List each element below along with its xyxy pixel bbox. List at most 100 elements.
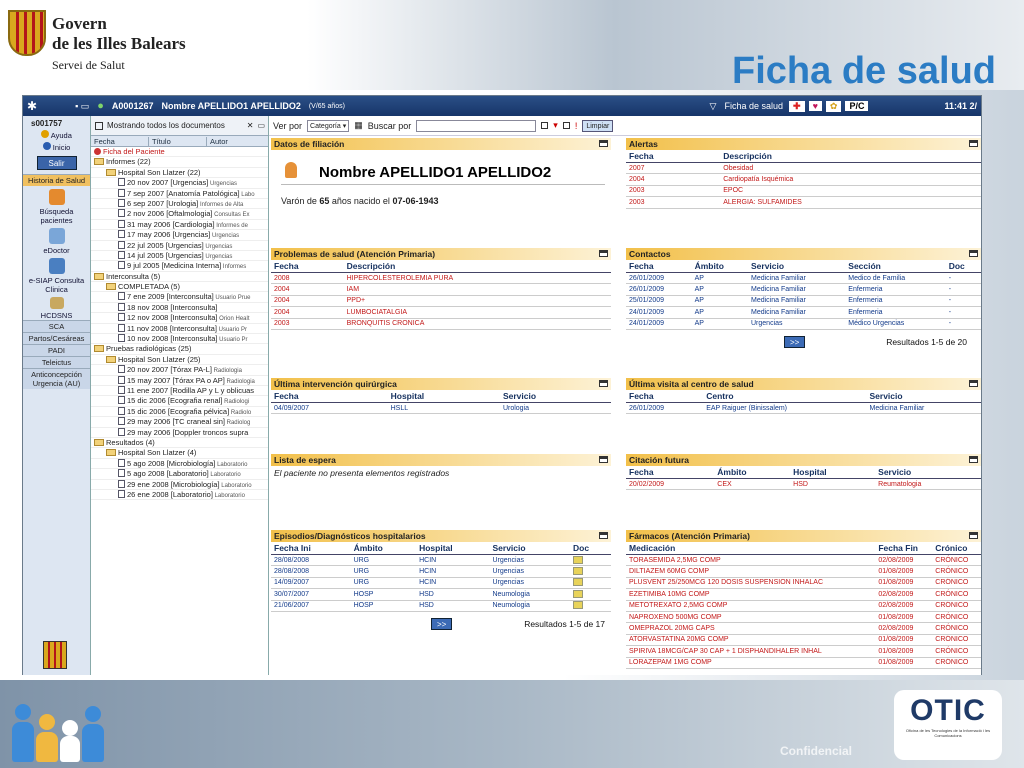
tree-row[interactable]: 7 ene 2009 [Interconsulta] Usuario Prue <box>91 292 268 303</box>
tab-anticoncepcion[interactable]: Anticoncepción Urgencia (AU) <box>23 368 90 389</box>
minimize-icon[interactable] <box>969 380 978 387</box>
document-view-icon[interactable] <box>573 589 583 598</box>
tree-row[interactable]: 12 nov 2008 [Interconsulta] Orion Healt <box>91 313 268 324</box>
alertas-row[interactable]: 2004 Cardiopatía Isquémica <box>626 173 981 186</box>
problemas-row[interactable]: 2008 HIPERCOLESTEROLEMIA PURA <box>271 272 611 285</box>
tree-row[interactable]: Hospital Son Llatzer (4) <box>91 448 268 459</box>
visita-col-header[interactable]: Fecha <box>626 390 704 403</box>
alertas-row[interactable]: 2007 Obesidad <box>626 162 981 175</box>
visita-col-header[interactable]: Centro <box>703 390 867 403</box>
help-link[interactable]: Ayuda <box>23 130 90 140</box>
farmacos-col-header[interactable]: Fecha Fin <box>875 542 933 555</box>
tree-row[interactable]: 29 ene 2008 [Microbiología] Laboratorio <box>91 479 268 490</box>
tree-row[interactable]: Pruebas radiológicas (25) <box>91 344 268 355</box>
exit-button[interactable]: Salir <box>36 156 77 170</box>
tree-row[interactable]: 20 nov 2007 [Tórax PA-L] Radiologia <box>91 365 268 376</box>
search-input[interactable] <box>416 119 537 132</box>
minimize-icon[interactable] <box>969 456 978 463</box>
document-view-icon[interactable] <box>573 567 583 576</box>
episodios-doc-cell[interactable] <box>570 588 611 601</box>
window-controls[interactable]: ▪ ▭ <box>71 101 93 112</box>
tree-row[interactable]: 18 nov 2008 [Interconsulta] <box>91 302 268 314</box>
close-tree-icon[interactable]: ✕ <box>247 121 254 130</box>
minimize-icon[interactable] <box>599 456 608 463</box>
checkbox-2[interactable] <box>562 122 570 129</box>
tree-row[interactable]: 31 may 2006 [Cardiologia] Informes de <box>91 219 268 231</box>
contactos-row[interactable]: 26/01/2009 AP Medicina Familiar Medico de F… <box>626 272 981 285</box>
filter-icon[interactable]: ▽ <box>706 101 721 112</box>
view-by-select[interactable]: Categoría ▾ <box>307 119 350 132</box>
farmacos-row[interactable]: DILTIAZEM 60MG COMP 01/08/2009 CRÓNICO <box>626 565 981 578</box>
episodios-col-header[interactable]: Servicio <box>489 542 570 555</box>
visita-row[interactable]: 26/01/2009 EAP Raiguer (Binissalem) Medici… <box>626 402 981 415</box>
tree-row[interactable]: 15 dic 2006 [Ecografia renal] Radiologi <box>91 396 268 407</box>
problemas-row[interactable]: 2004 IAM <box>271 283 611 296</box>
contactos-col-header[interactable]: Doc <box>945 260 981 273</box>
tree-row[interactable]: 20 nov 2007 [Urgencias] Urgencias <box>91 178 268 189</box>
back-arrow-icon[interactable]: ● <box>93 100 108 112</box>
episodios-row[interactable]: 28/08/2008 URG HCIN Urgencias <box>271 554 611 567</box>
tree-row[interactable]: 15 dic 2006 [Ecografia pélvica] Radiolo <box>91 406 268 418</box>
tool-edoctor[interactable]: eDoctor <box>23 228 90 255</box>
tree-row[interactable]: 2 nov 2006 [Oftalmologia] Consultas Ex <box>91 209 268 220</box>
farmacos-col-header[interactable]: Medicación <box>626 542 876 555</box>
problemas-row[interactable]: 2004 LUMBOCIATALGIA <box>271 306 611 319</box>
problemas-col-header[interactable]: Fecha <box>271 260 344 273</box>
farmacos-row[interactable]: LORAZEPAM 1MG COMP 01/08/2009 CRÓNICO <box>626 657 981 669</box>
tab-partos[interactable]: Partos/Cesáreas <box>23 332 90 344</box>
document-view-icon[interactable] <box>573 555 583 564</box>
tree-row[interactable]: 15 may 2007 [Tórax PA o AP] Radiologia <box>91 375 268 386</box>
tab-padi[interactable]: PADI <box>23 344 90 356</box>
minimize-icon[interactable] <box>599 532 608 539</box>
tree-row[interactable]: 17 may 2006 [Urgencias] Urgencias <box>91 230 268 241</box>
episodios-row[interactable]: 28/08/2008 URG HCIN Urgencias <box>271 565 611 578</box>
minimize-icon[interactable] <box>969 140 978 147</box>
alertas-col-header[interactable]: Descripción <box>720 150 981 163</box>
citacion-col-header[interactable]: Hospital <box>790 466 876 479</box>
home-link[interactable]: Inicio <box>23 142 90 152</box>
document-view-icon[interactable] <box>573 578 583 587</box>
tool-busqueda-pacientes[interactable]: Búsqueda pacientes <box>23 189 90 225</box>
episodios-col-header[interactable]: Fecha Ini <box>271 542 351 555</box>
citacion-col-header[interactable]: Fecha <box>626 466 715 479</box>
tree-row[interactable]: 5 ago 2008 [Laboratorio] Laboratorio <box>91 469 268 480</box>
minimize-icon[interactable] <box>599 140 608 147</box>
tree-row[interactable]: 10 nov 2008 [Interconsulta] Usuario Pr <box>91 334 268 345</box>
tab-sca[interactable]: SCA <box>23 320 90 332</box>
tree-row[interactable]: 5 ago 2008 [Microbiología] Laboratorio <box>91 458 268 470</box>
tree-row[interactable]: Hospital Son Llatzer (22) <box>91 168 268 179</box>
problemas-row[interactable]: 2003 BRONQUITIS CRONICA <box>271 318 611 330</box>
tree-row[interactable]: 29 may 2006 [Doppler troncos supra <box>91 427 268 438</box>
contactos-next-button[interactable]: >> <box>784 335 806 348</box>
episodios-row[interactable]: 14/09/2007 URG HCIN Urgencias <box>271 577 611 590</box>
tab-historia-de-salud[interactable]: Historia de Salud <box>23 174 90 186</box>
visita-col-header[interactable]: Servicio <box>866 390 981 403</box>
quirurgica-col-header[interactable]: Servicio <box>499 390 611 403</box>
episodios-row[interactable]: 30/07/2007 HOSP HSD Neumologia <box>271 588 611 601</box>
farmacos-row[interactable]: ATORVASTATINA 20MG COMP 01/08/2009 CRÓNICO <box>626 634 981 647</box>
clear-button[interactable]: Limpiar <box>582 119 614 132</box>
minimize-icon[interactable] <box>969 250 978 257</box>
red-cross-icon[interactable]: ✚ <box>789 100 805 112</box>
farmacos-row[interactable]: OMEPRAZOL 20MG CAPS 02/08/2009 CRÓNICO <box>626 622 981 635</box>
contactos-col-header[interactable]: Sección <box>845 260 946 273</box>
tree-row[interactable]: Ficha del Paciente <box>91 147 268 158</box>
star-icon[interactable]: ✱ <box>23 99 41 113</box>
contactos-col-header[interactable]: Ámbito <box>691 260 748 273</box>
citacion-row[interactable]: 20/02/2009 CEX HSD Reumatologia <box>626 478 981 491</box>
tree-row[interactable]: Resultados (4) <box>91 438 268 449</box>
episodios-col-header[interactable]: Ámbito <box>350 542 417 555</box>
minimize-icon[interactable] <box>599 250 608 257</box>
tree-row[interactable]: Informes (22) <box>91 157 268 168</box>
collapse-icon[interactable] <box>95 121 103 130</box>
col-titulo[interactable]: Título <box>149 136 207 146</box>
contactos-row[interactable]: 26/01/2009 AP Medicina Familiar Enfermeria - <box>626 283 981 296</box>
tool-hcdsns[interactable]: HCDSNS <box>23 297 90 320</box>
tree-window-icon[interactable]: ▭ <box>257 121 268 130</box>
quirurgica-col-header[interactable]: Fecha <box>271 390 388 403</box>
farmacos-row[interactable]: TORASEMIDA 2,5MG COMP 02/08/2009 CRÓNICO <box>626 554 981 567</box>
alertas-row[interactable]: 2003 ALERGIA: SULFAMIDES <box>626 196 981 209</box>
tree-row[interactable]: COMPLETADA (5) <box>91 282 268 293</box>
episodios-doc-cell[interactable] <box>570 554 611 567</box>
farmacos-row[interactable]: EZETIMIBA 10MG COMP 02/08/2009 CRÓNICO <box>626 588 981 601</box>
